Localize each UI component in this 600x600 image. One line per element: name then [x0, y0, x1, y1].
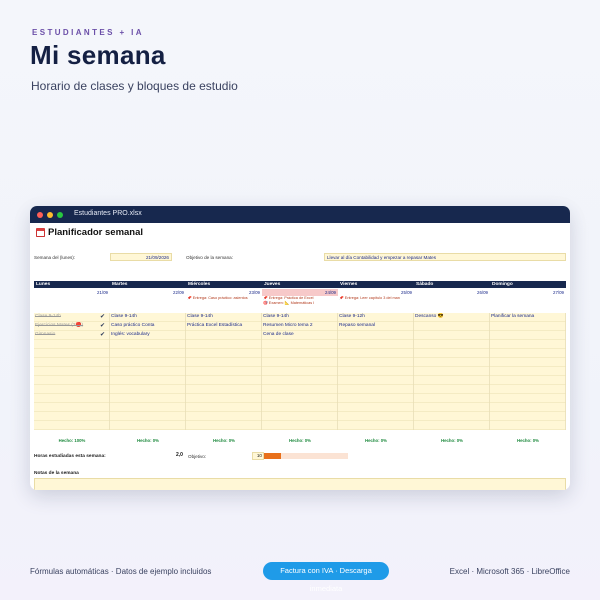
deadline-notes-3: 📌 Entrega: Práctica de Excel 🎯 Examen: 📐 …: [262, 296, 338, 312]
day-header-0: Lunes: [36, 282, 51, 287]
deadline-note: 📌 Entrega: Caso práctico: asientos: [187, 296, 248, 300]
day-header-3: Jueves: [264, 282, 281, 287]
hours-goal-input[interactable]: 10: [252, 452, 264, 460]
week-notes-input[interactable]: [34, 478, 566, 490]
schedule-cell[interactable]: Clase 9-14h: [187, 313, 249, 321]
schedule-cell[interactable]: Clase 9-14h: [263, 313, 325, 321]
maximize-window-button[interactable]: [57, 212, 63, 218]
sheet-title: Planificador semanal: [36, 227, 143, 238]
deadline-notes-4: 📌 Entrega: Leer capítulo 3 del man: [338, 296, 414, 312]
hours-goal-label: Objetivo:: [188, 454, 207, 459]
day-header-2: Miércoles: [188, 282, 211, 287]
schedule-cell[interactable]: Ejercicios Mates (2🔴): [35, 322, 97, 330]
completion-cell-6: Hecho: 0%: [517, 438, 539, 443]
schedule-cell[interactable]: Repaso semanal: [339, 322, 401, 330]
schedule-cell[interactable]: Clase 9-14h: [35, 313, 97, 321]
date-cell-6: 27/09: [553, 290, 564, 295]
week-start-label: Semana del (lunes):: [34, 255, 76, 260]
day-header-row: Lunes Martes Miércoles Jueves Viernes Sábado D…: [34, 281, 566, 288]
week-start-input[interactable]: 21/09/2026: [110, 253, 172, 261]
deadline-notes-0: [34, 296, 110, 312]
schedule-cell[interactable]: Práctica Excel Estadística: [187, 322, 249, 330]
date-cell-2: 23/09: [249, 290, 260, 295]
schedule-cell[interactable]: Clase 9-12h: [339, 313, 401, 321]
hours-progress-fill: [264, 453, 281, 459]
date-cell-0: 21/09: [97, 290, 108, 295]
day-header-1: Martes: [112, 282, 128, 287]
completion-cell-1: Hecho: 0%: [137, 438, 159, 443]
spreadsheet-window: Estudiantes PRO.xlsx Planificador semana…: [30, 206, 570, 490]
date-cell-3: 24/09: [262, 289, 338, 296]
schedule-cell[interactable]: Planificar la semana: [491, 313, 553, 321]
deadline-notes-1: [110, 296, 186, 312]
day-header-4: Viernes: [340, 282, 358, 287]
day-header-5: Sábado: [416, 282, 434, 287]
deadline-notes-6: [490, 296, 566, 312]
schedule-cell[interactable]: Descanso 😎: [415, 313, 477, 321]
completion-cell-4: Hecho: 0%: [365, 438, 387, 443]
minimize-window-button[interactable]: [47, 212, 53, 218]
day-header-6: Domingo: [492, 282, 513, 287]
schedule-cell[interactable]: Cena de clase: [263, 331, 325, 339]
checkmark-icon[interactable]: ✔: [100, 331, 105, 339]
completion-row: Hecho: 100% Hecho: 0% Hecho: 0% Hecho: 0% He…: [34, 438, 566, 445]
spreadsheet-sheet: Planificador semanal Semana del (lunes):…: [30, 223, 570, 490]
buy-button[interactable]: Factura con IVA · Descarga inmediata: [263, 562, 389, 593]
completion-cell-5: Hecho: 0%: [441, 438, 463, 443]
schedule-cell[interactable]: Caso práctico Conta: [111, 322, 185, 330]
checkmark-icon[interactable]: ✔: [100, 322, 105, 330]
schedule-cell[interactable]: Inglés: vocabulary: [111, 331, 185, 339]
completion-cell-3: Hecho: 0%: [289, 438, 311, 443]
schedule-cell[interactable]: Gimnasio: [35, 331, 97, 339]
date-cell-4: 25/09: [401, 290, 412, 295]
hours-studied-value: 2,0: [176, 452, 183, 458]
footer-features: Fórmulas automáticas · Datos de ejemplo …: [30, 567, 212, 576]
hours-studied-label: Horas estudiadas esta semana:: [34, 454, 106, 459]
deadline-note: 📌 Entrega: Leer capítulo 3 del man: [339, 296, 400, 300]
close-window-button[interactable]: [37, 212, 43, 218]
schedule-cell[interactable]: Clase 9-14h: [111, 313, 185, 321]
schedule-grid[interactable]: Clase 9-14h ✔ Clase 9-14h Clase 9-14h Clase …: [34, 313, 566, 430]
deadline-note: 🎯 Examen: 📐 Matemáticas I: [263, 301, 315, 305]
hours-progress-bar: [264, 453, 348, 459]
completion-cell-2: Hecho: 0%: [213, 438, 235, 443]
completion-cell-0: Hecho: 100%: [58, 438, 86, 443]
deadline-notes-row: 📌 Entrega: Caso práctico: asientos 📌 Entr…: [34, 296, 566, 312]
sheet-title-text: Planificador semanal: [48, 227, 144, 238]
window-title: Estudiantes PRO.xlsx: [74, 210, 142, 217]
brand-label: ESTUDIANTES + IA: [32, 28, 144, 37]
objective-input[interactable]: Llevar al día Contabilidad y empezar a r…: [324, 253, 566, 261]
deadline-notes-5: [414, 296, 490, 312]
page-title: Mi semana: [30, 40, 166, 70]
window-titlebar: Estudiantes PRO.xlsx: [30, 206, 570, 223]
schedule-cell[interactable]: Resumen Micro tema 2: [263, 322, 325, 330]
checkmark-icon[interactable]: ✔: [100, 313, 105, 321]
week-notes-label: Notas de la semana: [34, 471, 79, 476]
objective-label: Objetivo de la semana:: [186, 255, 233, 260]
date-cell-1: 22/09: [173, 290, 184, 295]
date-row: 21/09 22/09 23/09 24/09 25/09 26/09 27/09: [34, 289, 566, 296]
date-cell-5: 26/09: [477, 290, 488, 295]
deadline-notes-2: 📌 Entrega: Caso práctico: asientos: [186, 296, 262, 312]
calendar-icon: [36, 228, 45, 237]
footer-compatibility: Excel · Microsoft 365 · LibreOffice: [449, 567, 570, 576]
page-subtitle: Horario de clases y bloques de estudio: [31, 79, 238, 93]
